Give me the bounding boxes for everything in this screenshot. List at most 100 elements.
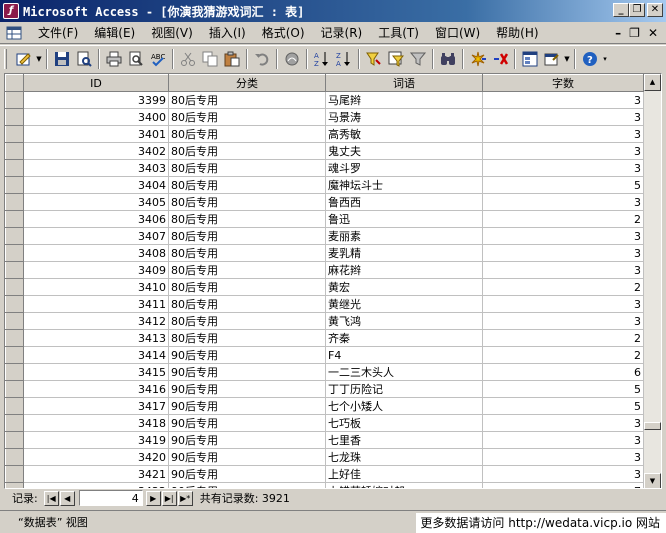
- cell-count[interactable]: 3: [482, 295, 644, 313]
- cell-category[interactable]: 80后专用: [168, 125, 326, 143]
- column-header-count[interactable]: 字数: [482, 74, 644, 92]
- cell-category[interactable]: 80后专用: [168, 312, 326, 330]
- delete-record-icon[interactable]: [489, 48, 511, 70]
- cell-count[interactable]: 5: [482, 176, 644, 194]
- cell-id[interactable]: 3401: [23, 125, 169, 143]
- cell-count[interactable]: 3: [482, 431, 644, 449]
- cell-word[interactable]: 上好佳: [325, 465, 483, 483]
- cell-count[interactable]: 3: [482, 244, 644, 262]
- close-button[interactable]: ✕: [647, 3, 663, 17]
- cell-word[interactable]: 魔神坛斗士: [325, 176, 483, 194]
- cell-count[interactable]: 3: [482, 312, 644, 330]
- scroll-thumb[interactable]: [644, 422, 661, 430]
- table-icon[interactable]: [6, 25, 22, 41]
- table-row[interactable]: 3417 90后专用 七个小矮人 5: [5, 397, 644, 415]
- last-record-button[interactable]: ▶|: [161, 490, 177, 506]
- file-search-icon[interactable]: [73, 48, 95, 70]
- cell-id[interactable]: 3405: [23, 193, 169, 211]
- doc-restore-button[interactable]: ❐: [629, 26, 640, 40]
- record-selector[interactable]: [5, 295, 24, 313]
- select-all-corner[interactable]: [5, 74, 24, 92]
- record-selector[interactable]: [5, 210, 24, 228]
- cell-id[interactable]: 3402: [23, 142, 169, 160]
- cell-count[interactable]: 3: [482, 108, 644, 126]
- cell-word[interactable]: 黄继光: [325, 295, 483, 313]
- cell-count[interactable]: 2: [482, 346, 644, 364]
- cell-id[interactable]: 3413: [23, 329, 169, 347]
- cell-word[interactable]: 鲁西西: [325, 193, 483, 211]
- cell-word[interactable]: 丁丁历险记: [325, 380, 483, 398]
- table-row[interactable]: 3420 90后专用 七龙珠 3: [5, 448, 644, 466]
- table-row[interactable]: 3399 80后专用 马尾辫 3: [5, 91, 644, 109]
- menu-edit[interactable]: 编辑(E): [86, 24, 143, 41]
- cell-id[interactable]: 3407: [23, 227, 169, 245]
- cell-word[interactable]: 七里香: [325, 431, 483, 449]
- cell-word[interactable]: 麻花辫: [325, 261, 483, 279]
- table-row[interactable]: 3406 80后专用 鲁迅 2: [5, 210, 644, 228]
- cell-category[interactable]: 80后专用: [168, 227, 326, 245]
- cell-word[interactable]: 鲁迅: [325, 210, 483, 228]
- cell-count[interactable]: 3: [482, 125, 644, 143]
- cell-category[interactable]: 80后专用: [168, 176, 326, 194]
- table-row[interactable]: 3404 80后专用 魔神坛斗士 5: [5, 176, 644, 194]
- toolbar-grip[interactable]: [4, 49, 7, 69]
- cell-id[interactable]: 3412: [23, 312, 169, 330]
- cell-word[interactable]: 七巧板: [325, 414, 483, 432]
- doc-close-button[interactable]: ✕: [648, 26, 658, 40]
- cell-count[interactable]: 5: [482, 397, 644, 415]
- cell-count[interactable]: 3: [482, 261, 644, 279]
- cell-id[interactable]: 3421: [23, 465, 169, 483]
- record-selector[interactable]: [5, 380, 24, 398]
- table-row[interactable]: 3401 80后专用 高秀敏 3: [5, 125, 644, 143]
- menu-window[interactable]: 窗口(W): [427, 24, 488, 41]
- cell-id[interactable]: 3419: [23, 431, 169, 449]
- toolbar-options-icon[interactable]: ▾: [601, 55, 609, 63]
- menu-help[interactable]: 帮助(H): [488, 24, 546, 41]
- cell-count[interactable]: 2: [482, 210, 644, 228]
- cell-category[interactable]: 80后专用: [168, 210, 326, 228]
- cell-word[interactable]: 黄宏: [325, 278, 483, 296]
- record-selector[interactable]: [5, 448, 24, 466]
- cell-count[interactable]: 3: [482, 142, 644, 160]
- table-row[interactable]: 3414 90后专用 F4 2: [5, 346, 644, 364]
- print-preview-icon[interactable]: [125, 48, 147, 70]
- table-row[interactable]: 3418 90后专用 七巧板 3: [5, 414, 644, 432]
- record-selector[interactable]: [5, 261, 24, 279]
- scroll-up-button[interactable]: ▲: [644, 74, 661, 91]
- cell-count[interactable]: 2: [482, 278, 644, 296]
- cell-id[interactable]: 3411: [23, 295, 169, 313]
- menu-insert[interactable]: 插入(I): [201, 24, 254, 41]
- table-row[interactable]: 3400 80后专用 马景涛 3: [5, 108, 644, 126]
- cell-word[interactable]: 七龙珠: [325, 448, 483, 466]
- cell-id[interactable]: 3404: [23, 176, 169, 194]
- first-record-button[interactable]: |◀: [43, 490, 59, 506]
- record-selector[interactable]: [5, 329, 24, 347]
- cell-count[interactable]: 3: [482, 227, 644, 245]
- record-selector[interactable]: [5, 108, 24, 126]
- cell-id[interactable]: 3406: [23, 210, 169, 228]
- access-key-icon[interactable]: ƒ: [3, 3, 19, 19]
- cell-id[interactable]: 3408: [23, 244, 169, 262]
- table-row[interactable]: 3407 80后专用 麦丽素 3: [5, 227, 644, 245]
- datasheet[interactable]: ID 分类 词语 字数 3399 80后专用 马尾辫 3 3400 80后专用 马景涛 3 34…: [4, 73, 662, 489]
- cell-category[interactable]: 90后专用: [168, 431, 326, 449]
- cell-id[interactable]: 3420: [23, 448, 169, 466]
- cell-category[interactable]: 80后专用: [168, 159, 326, 177]
- cell-word[interactable]: 麦丽素: [325, 227, 483, 245]
- record-selector[interactable]: [5, 159, 24, 177]
- table-row[interactable]: 3412 80后专用 黄飞鸿 3: [5, 312, 644, 330]
- filter-by-selection-icon[interactable]: [363, 48, 385, 70]
- cell-category[interactable]: 90后专用: [168, 448, 326, 466]
- cell-id[interactable]: 3414: [23, 346, 169, 364]
- sort-ascending-icon[interactable]: AZ: [311, 48, 333, 70]
- cell-word[interactable]: F4: [325, 346, 483, 364]
- table-row[interactable]: 3419 90后专用 七里香 3: [5, 431, 644, 449]
- minimize-button[interactable]: _: [613, 3, 629, 17]
- column-header-word[interactable]: 词语: [325, 74, 483, 92]
- record-number-input[interactable]: [78, 490, 143, 506]
- cell-word[interactable]: 齐秦: [325, 329, 483, 347]
- record-selector[interactable]: [5, 244, 24, 262]
- cell-id[interactable]: 3399: [23, 91, 169, 109]
- cell-category[interactable]: 80后专用: [168, 91, 326, 109]
- menu-tools[interactable]: 工具(T): [370, 24, 427, 41]
